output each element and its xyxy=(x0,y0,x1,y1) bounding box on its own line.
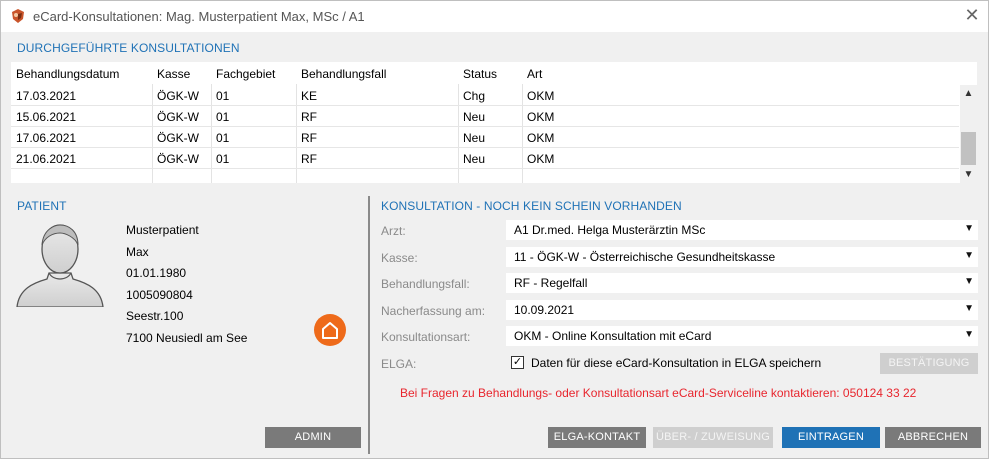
cell-art: OKM xyxy=(527,131,555,145)
cell-fach: 01 xyxy=(216,89,230,103)
app-logo-icon xyxy=(12,9,24,23)
behandlungsfall-select[interactable]: RF - Regelfall ▼ xyxy=(506,273,978,293)
patient-city: 7100 Neusiedl am See xyxy=(126,331,248,345)
cell-fall: RF xyxy=(301,152,317,166)
nacherfassung-value: 10.09.2021 xyxy=(514,303,575,317)
serviceline-hint: Bei Fragen zu Behandlungs- oder Konsulta… xyxy=(400,386,917,400)
elga-checkbox[interactable]: ✓ xyxy=(511,356,524,369)
table-scrollbar[interactable]: ▲ ▼ xyxy=(960,85,977,183)
title-bar: eCard-Konsultationen: Mag. Musterpatient… xyxy=(1,1,988,32)
table-row[interactable]: 21.06.2021 ÖGK-W 01 RF Neu OKM xyxy=(11,148,959,169)
cell-date: 17.06.2021 xyxy=(16,131,77,145)
home-address-button[interactable] xyxy=(314,314,346,346)
dropdown-arrow-icon: ▼ xyxy=(964,329,974,340)
konsultationsart-label: Konsultationsart: xyxy=(381,330,471,344)
cell-fall: RF xyxy=(301,131,317,145)
table-header: Behandlungsdatum Kasse Fachgebiet Behand… xyxy=(11,62,977,84)
column-header-kasse[interactable]: Kasse xyxy=(157,67,190,81)
scroll-up-icon[interactable]: ▲ xyxy=(960,85,977,102)
cell-art: OKM xyxy=(527,152,555,166)
patient-birthdate: 01.01.1980 xyxy=(126,266,187,280)
elga-label: ELGA: xyxy=(381,357,417,371)
elga-checkbox-label[interactable]: Daten für diese eCard-Konsultation in EL… xyxy=(531,356,821,370)
cell-status: Chg xyxy=(463,89,486,103)
cell-kasse: ÖGK-W xyxy=(157,131,199,145)
scrollbar-thumb[interactable] xyxy=(961,132,976,165)
konsultationsart-value: OKM - Online Konsultation mit eCard xyxy=(514,329,712,343)
column-header-art[interactable]: Art xyxy=(527,67,542,81)
window-title: eCard-Konsultationen: Mag. Musterpatient… xyxy=(33,9,365,24)
cell-kasse: ÖGK-W xyxy=(157,152,199,166)
kasse-label: Kasse: xyxy=(381,251,418,265)
kasse-value: 11 - ÖGK-W - Österreichische Gesundheits… xyxy=(514,250,776,264)
scroll-down-icon[interactable]: ▼ xyxy=(960,166,977,183)
column-header-status[interactable]: Status xyxy=(463,67,497,81)
dropdown-arrow-icon: ▼ xyxy=(964,250,974,261)
column-header-fall[interactable]: Behandlungsfall xyxy=(301,67,386,81)
cell-kasse: ÖGK-W xyxy=(157,89,199,103)
ueberweisung-button[interactable]: ÜBER- / ZUWEISUNG xyxy=(653,427,773,448)
kasse-select[interactable]: 11 - ÖGK-W - Österreichische Gesundheits… xyxy=(506,247,978,267)
elga-kontakt-button[interactable]: ELGA-KONTAKT xyxy=(548,427,646,448)
arzt-label: Arzt: xyxy=(381,224,406,238)
patient-avatar-icon xyxy=(16,224,104,307)
cell-fach: 01 xyxy=(216,152,230,166)
table-row[interactable]: 15.06.2021 ÖGK-W 01 RF Neu OKM xyxy=(11,106,959,127)
cell-art: OKM xyxy=(527,110,555,124)
table-row[interactable]: 17.03.2021 ÖGK-W 01 KE Chg OKM xyxy=(11,85,959,106)
table-row[interactable]: 17.06.2021 ÖGK-W 01 RF Neu OKM xyxy=(11,127,959,148)
konsultationsart-select[interactable]: OKM - Online Konsultation mit eCard ▼ xyxy=(506,326,978,346)
cell-fall: RF xyxy=(301,110,317,124)
dropdown-arrow-icon: ▼ xyxy=(964,223,974,234)
cell-fall: KE xyxy=(301,89,318,103)
ecard-dialog: eCard-Konsultationen: Mag. Musterpatient… xyxy=(0,0,989,459)
patient-ssn: 1005090804 xyxy=(126,288,193,302)
column-header-date[interactable]: Behandlungsdatum xyxy=(16,67,119,81)
cell-status: Neu xyxy=(463,131,486,145)
behandlungsfall-label: Behandlungsfall: xyxy=(381,277,470,291)
patient-lastname: Musterpatient xyxy=(126,223,199,237)
eintragen-button[interactable]: EINTRAGEN xyxy=(782,427,880,448)
behandlungsfall-value: RF - Regelfall xyxy=(514,276,588,290)
admin-button[interactable]: ADMIN xyxy=(265,427,361,448)
patient-firstname: Max xyxy=(126,245,149,259)
cell-art: OKM xyxy=(527,89,555,103)
consultation-history-table: Behandlungsdatum Kasse Fachgebiet Behand… xyxy=(11,62,977,183)
cell-date: 21.06.2021 xyxy=(16,152,77,166)
arzt-value: A1 Dr.med. Helga Musterärztin MSc xyxy=(514,223,706,237)
arzt-select[interactable]: A1 Dr.med. Helga Musterärztin MSc ▼ xyxy=(506,220,978,240)
nacherfassung-select[interactable]: 10.09.2021 ▼ xyxy=(506,300,978,320)
cell-kasse: ÖGK-W xyxy=(157,110,199,124)
history-section-title: DURCHGEFÜHRTE KONSULTATIONEN xyxy=(17,41,240,55)
close-icon[interactable]: ✕ xyxy=(961,6,983,26)
patient-section-title: PATIENT xyxy=(17,199,67,213)
column-header-fach[interactable]: Fachgebiet xyxy=(216,67,275,81)
cell-fach: 01 xyxy=(216,110,230,124)
cell-status: Neu xyxy=(463,110,486,124)
dropdown-arrow-icon: ▼ xyxy=(964,276,974,287)
dropdown-arrow-icon: ▼ xyxy=(964,303,974,314)
cell-date: 15.06.2021 xyxy=(16,110,77,124)
consultation-section-title: KONSULTATION - NOCH KEIN SCHEIN VORHANDE… xyxy=(381,199,682,213)
home-icon xyxy=(322,322,338,339)
patient-street: Seestr.100 xyxy=(126,309,184,323)
cell-status: Neu xyxy=(463,152,486,166)
bestaetigung-button[interactable]: BESTÄTIGUNG xyxy=(880,353,978,374)
nacherfassung-label: Nacherfassung am: xyxy=(381,304,486,318)
cell-fach: 01 xyxy=(216,131,230,145)
abbrechen-button[interactable]: ABBRECHEN xyxy=(885,427,981,448)
panel-divider xyxy=(368,196,370,454)
cell-date: 17.03.2021 xyxy=(16,89,77,103)
